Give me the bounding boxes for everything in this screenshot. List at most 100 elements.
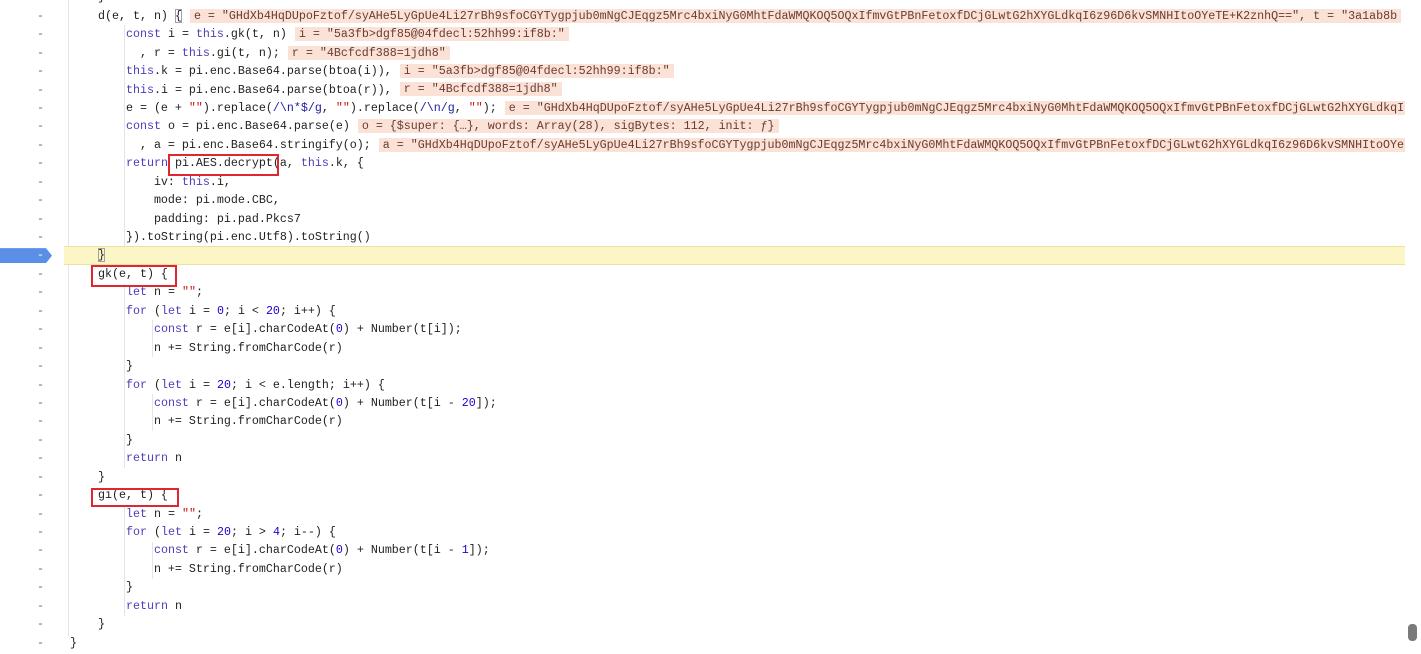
line-gutter[interactable]: - bbox=[0, 191, 64, 209]
line-marker[interactable]: - bbox=[37, 228, 44, 246]
line-marker[interactable]: - bbox=[37, 25, 44, 43]
code-line[interactable]: - } bbox=[0, 0, 1405, 7]
line-marker[interactable]: - bbox=[37, 468, 44, 486]
code-line[interactable]: - const r = e[i].charCodeAt(0) + Number(… bbox=[0, 320, 1405, 338]
code-line[interactable]: - e = (e + "").replace(/\n*$/g, "").repl… bbox=[0, 99, 1405, 117]
line-marker[interactable]: - bbox=[37, 210, 44, 228]
line-gutter[interactable]: - bbox=[0, 541, 64, 559]
line-marker[interactable]: - bbox=[37, 117, 44, 135]
line-marker[interactable]: - bbox=[37, 136, 44, 154]
code-line[interactable]: - padding: pi.pad.Pkcs7 bbox=[0, 210, 1405, 228]
code-line[interactable]: - n += String.fromCharCode(r) bbox=[0, 560, 1405, 578]
line-marker[interactable]: - bbox=[37, 99, 44, 117]
line-gutter[interactable]: - bbox=[0, 376, 64, 394]
line-gutter[interactable]: - bbox=[0, 412, 64, 430]
line-marker[interactable]: - bbox=[37, 449, 44, 467]
code-line[interactable]: - for (let i = 20; i > 4; i--) { bbox=[0, 523, 1405, 541]
line-gutter[interactable]: - bbox=[0, 7, 64, 25]
code-line[interactable]: - return n bbox=[0, 597, 1405, 615]
source-code-editor[interactable]: - }- d(e, t, n) {e = "GHdXb4HqDUpoFztof/… bbox=[0, 0, 1405, 652]
line-marker[interactable]: - bbox=[37, 486, 44, 504]
code-line[interactable]: - this.k = pi.enc.Base64.parse(btoa(i)),… bbox=[0, 62, 1405, 80]
line-gutter[interactable]: - bbox=[0, 449, 64, 467]
code-line[interactable]: - for (let i = 0; i < 20; i++) { bbox=[0, 302, 1405, 320]
line-marker[interactable]: - bbox=[37, 634, 44, 652]
line-marker[interactable]: - bbox=[37, 357, 44, 375]
line-gutter[interactable]: - bbox=[0, 505, 64, 523]
line-gutter[interactable]: - bbox=[0, 265, 64, 283]
line-marker[interactable]: - bbox=[37, 560, 44, 578]
code-line[interactable]: - let n = ""; bbox=[0, 505, 1405, 523]
line-gutter[interactable]: - bbox=[0, 136, 64, 154]
line-marker[interactable]: - bbox=[37, 339, 44, 357]
line-gutter[interactable]: - bbox=[0, 44, 64, 62]
line-marker[interactable]: - bbox=[37, 541, 44, 559]
line-marker[interactable]: - bbox=[37, 376, 44, 394]
code-line[interactable]: - , r = this.gi(t, n); r = "4Bcfcdf388=1j… bbox=[0, 44, 1405, 62]
vertical-scrollbar[interactable] bbox=[1405, 0, 1421, 654]
line-marker[interactable]: - bbox=[37, 597, 44, 615]
line-gutter[interactable]: - bbox=[0, 81, 64, 99]
code-line[interactable]: - } bbox=[0, 431, 1405, 449]
current-execution-line[interactable]: - } bbox=[0, 246, 1405, 265]
line-marker[interactable]: - bbox=[37, 191, 44, 209]
line-marker[interactable]: - bbox=[37, 578, 44, 596]
line-gutter[interactable]: - bbox=[0, 283, 64, 301]
line-gutter[interactable]: - bbox=[0, 154, 64, 172]
code-line[interactable]: - }).toString(pi.enc.Utf8).toString() bbox=[0, 228, 1405, 246]
line-marker[interactable]: - bbox=[37, 412, 44, 430]
execution-pointer-icon[interactable] bbox=[0, 248, 52, 264]
line-marker[interactable]: - bbox=[37, 246, 44, 264]
code-line[interactable]: - const r = e[i].charCodeAt(0) + Number(… bbox=[0, 541, 1405, 559]
code-line[interactable]: -} bbox=[0, 634, 1405, 652]
line-gutter[interactable]: - bbox=[0, 357, 64, 375]
line-gutter[interactable]: - bbox=[0, 615, 64, 633]
line-marker[interactable]: - bbox=[37, 44, 44, 62]
code-line[interactable]: - let n = ""; bbox=[0, 283, 1405, 301]
line-gutter[interactable]: - bbox=[0, 394, 64, 412]
code-line[interactable]: - } bbox=[0, 468, 1405, 486]
line-gutter[interactable]: - bbox=[0, 320, 64, 338]
code-line[interactable]: - } bbox=[0, 357, 1405, 375]
line-marker[interactable]: - bbox=[37, 615, 44, 633]
line-gutter[interactable]: - bbox=[0, 560, 64, 578]
code-line[interactable]: - gi(e, t) { bbox=[0, 486, 1405, 504]
line-gutter[interactable]: - bbox=[0, 339, 64, 357]
scrollbar-thumb[interactable] bbox=[1408, 624, 1417, 641]
line-gutter[interactable]: - bbox=[0, 228, 64, 246]
line-gutter[interactable]: - bbox=[0, 62, 64, 80]
code-line[interactable]: - mode: pi.mode.CBC, bbox=[0, 191, 1405, 209]
line-marker[interactable]: - bbox=[37, 7, 44, 25]
line-gutter[interactable]: - bbox=[0, 468, 64, 486]
code-line[interactable]: - const r = e[i].charCodeAt(0) + Number(… bbox=[0, 394, 1405, 412]
line-gutter[interactable]: - bbox=[0, 523, 64, 541]
line-gutter[interactable]: - bbox=[0, 597, 64, 615]
line-gutter[interactable]: - bbox=[0, 246, 64, 264]
line-marker[interactable]: - bbox=[37, 320, 44, 338]
line-marker[interactable]: - bbox=[37, 154, 44, 172]
code-line[interactable]: - , a = pi.enc.Base64.stringify(o); a = "… bbox=[0, 136, 1405, 154]
code-line[interactable]: - } bbox=[0, 578, 1405, 596]
line-marker[interactable]: - bbox=[37, 62, 44, 80]
line-marker[interactable]: - bbox=[37, 283, 44, 301]
code-line[interactable]: - d(e, t, n) {e = "GHdXb4HqDUpoFztof/syA… bbox=[0, 7, 1405, 25]
code-line[interactable]: - const i = this.gk(t, n) i = "5a3fb>dgf8… bbox=[0, 25, 1405, 43]
line-gutter[interactable]: - bbox=[0, 117, 64, 135]
line-gutter[interactable]: - bbox=[0, 173, 64, 191]
line-marker[interactable]: - bbox=[37, 431, 44, 449]
code-line[interactable]: - this.i = pi.enc.Base64.parse(btoa(r)),… bbox=[0, 81, 1405, 99]
code-line[interactable]: - } bbox=[0, 615, 1405, 633]
code-line[interactable]: - n += String.fromCharCode(r) bbox=[0, 412, 1405, 430]
line-gutter[interactable]: - bbox=[0, 302, 64, 320]
code-line[interactable]: - return n bbox=[0, 449, 1405, 467]
code-line[interactable]: - for (let i = 20; i < e.length; i++) { bbox=[0, 376, 1405, 394]
line-marker[interactable]: - bbox=[37, 302, 44, 320]
line-marker[interactable]: - bbox=[37, 505, 44, 523]
code-line[interactable]: - n += String.fromCharCode(r) bbox=[0, 339, 1405, 357]
line-marker[interactable]: - bbox=[37, 0, 44, 7]
line-gutter[interactable]: - bbox=[0, 634, 64, 652]
line-marker[interactable]: - bbox=[37, 523, 44, 541]
line-gutter[interactable]: - bbox=[0, 210, 64, 228]
line-marker[interactable]: - bbox=[37, 394, 44, 412]
line-marker[interactable]: - bbox=[37, 81, 44, 99]
